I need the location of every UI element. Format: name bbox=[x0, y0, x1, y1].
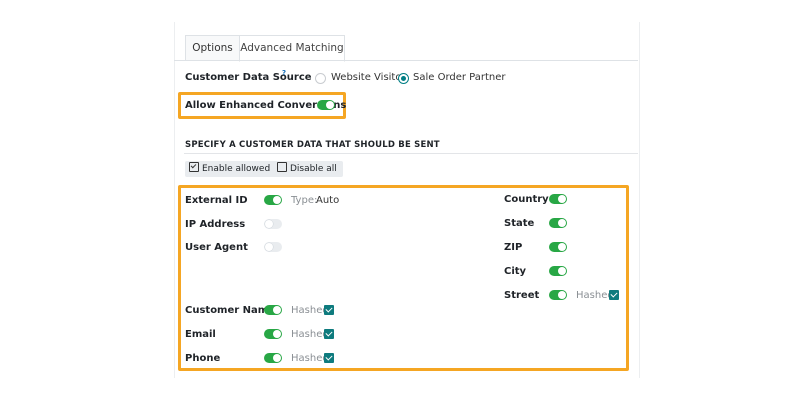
help-tooltip-icon[interactable]: ? bbox=[282, 69, 286, 77]
toggle-ip-address[interactable] bbox=[264, 219, 282, 229]
field-label-country: Country bbox=[504, 194, 549, 205]
toggle-city[interactable] bbox=[549, 266, 567, 276]
enable-allowed-label: Enable allowed bbox=[202, 164, 271, 174]
field-label-state: State bbox=[504, 218, 535, 229]
toggle-user-agent[interactable] bbox=[264, 242, 282, 252]
disable-all-button[interactable]: Disable all bbox=[273, 161, 343, 177]
hashed-checkbox-email[interactable] bbox=[324, 329, 334, 339]
sale-order-partner-label[interactable]: Sale Order Partner bbox=[413, 72, 506, 83]
type-label: Type: bbox=[291, 195, 318, 206]
field-label-phone: Phone bbox=[185, 353, 221, 364]
tab-options[interactable]: Options bbox=[185, 35, 240, 61]
tab-divider bbox=[174, 60, 638, 61]
enable-allowed-button[interactable]: Enable allowed bbox=[185, 161, 277, 177]
hashed-checkbox-street[interactable] bbox=[609, 290, 619, 300]
enhanced-conversions-toggle[interactable] bbox=[317, 100, 335, 110]
toggle-customer-name[interactable] bbox=[264, 305, 282, 315]
toggle-country[interactable] bbox=[549, 194, 567, 204]
field-label-user-agent: User Agent bbox=[185, 242, 248, 253]
toggle-phone[interactable] bbox=[264, 353, 282, 363]
type-value[interactable]: Auto bbox=[316, 195, 339, 206]
toggle-email[interactable] bbox=[264, 329, 282, 339]
field-label-external-id: External ID bbox=[185, 195, 248, 206]
toggle-zip[interactable] bbox=[549, 242, 567, 252]
field-label-city: City bbox=[504, 266, 527, 277]
checkbox-checked-icon bbox=[189, 162, 199, 172]
section-divider bbox=[184, 153, 638, 154]
toggle-street[interactable] bbox=[549, 290, 567, 300]
website-visitor-label[interactable]: Website Visitor bbox=[331, 72, 406, 83]
hashed-checkbox-phone[interactable] bbox=[324, 353, 334, 363]
field-label-customer-name: Customer Name bbox=[185, 305, 275, 316]
disable-all-label: Disable all bbox=[290, 164, 337, 174]
field-label-ip-address: IP Address bbox=[185, 219, 246, 230]
section-title: SPECIFY A CUSTOMER DATA THAT SHOULD BE S… bbox=[185, 140, 440, 150]
toggle-state[interactable] bbox=[549, 218, 567, 228]
fields-highlight bbox=[178, 185, 629, 371]
radio-sale-order-partner[interactable] bbox=[398, 73, 409, 84]
radio-website-visitor[interactable] bbox=[315, 73, 326, 84]
field-label-email: Email bbox=[185, 329, 216, 340]
customer-data-source-label: Customer Data Source bbox=[185, 72, 312, 83]
field-label-zip: ZIP bbox=[504, 242, 523, 253]
tab-advanced-matching[interactable]: Advanced Matching bbox=[239, 35, 345, 62]
checkbox-empty-icon bbox=[277, 162, 287, 172]
toggle-external-id[interactable] bbox=[264, 195, 282, 205]
hashed-checkbox-customer-name[interactable] bbox=[324, 305, 334, 315]
field-label-street: Street bbox=[504, 290, 540, 301]
